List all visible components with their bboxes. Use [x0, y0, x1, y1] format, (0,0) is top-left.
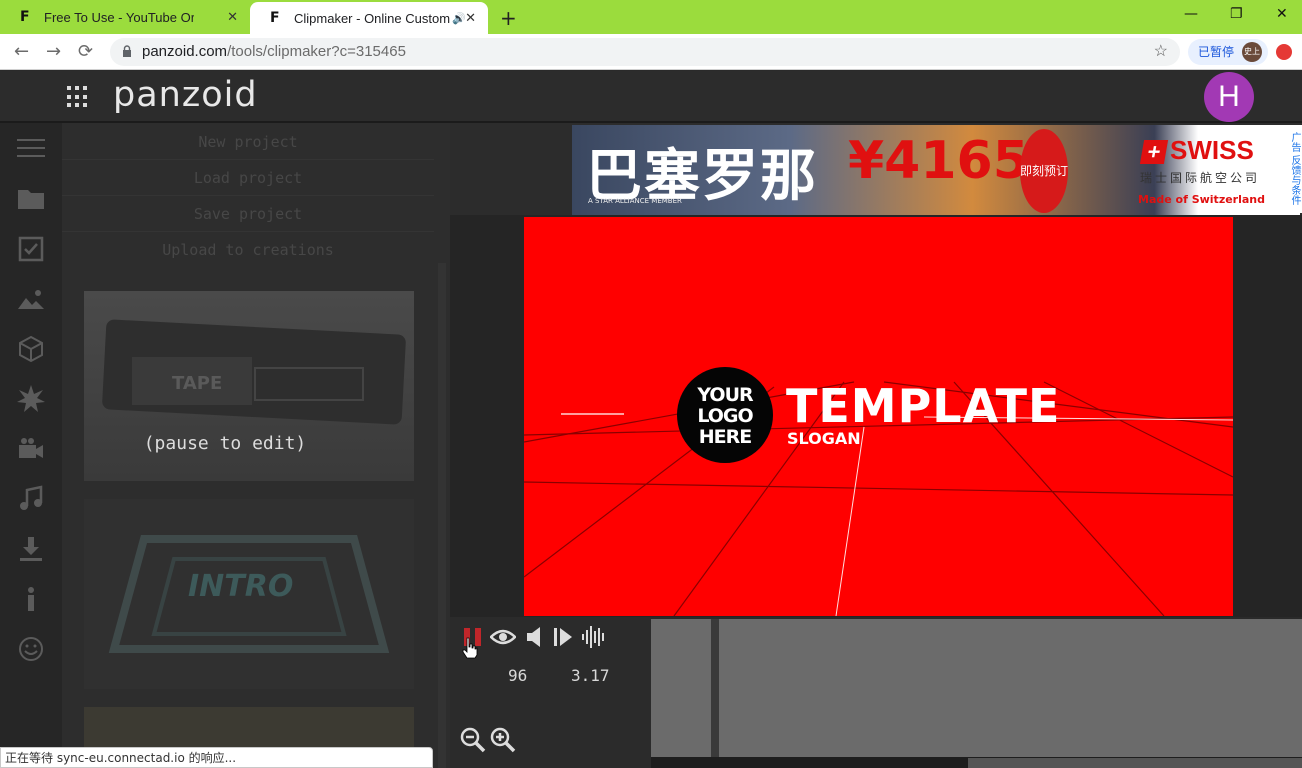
logo-line: HERE — [698, 426, 753, 448]
lock-icon — [123, 45, 131, 57]
close-tab-icon[interactable]: ✕ — [465, 10, 476, 26]
logo-placeholder-text: YOUR LOGO HERE — [677, 385, 773, 448]
audio-playing-icon[interactable]: 🔊 — [452, 12, 466, 25]
timeline-scrollbar-thumb[interactable] — [968, 758, 1302, 768]
tab-clipmaker[interactable]: F Clipmaker - Online Custom 🔊 ✕ — [250, 2, 488, 34]
timeline-playhead[interactable] — [711, 619, 719, 757]
thumb-label: TAPE — [172, 373, 223, 394]
info-icon[interactable] — [16, 584, 46, 614]
ad-brand-sub: 瑞士国际航空公司 — [1140, 171, 1261, 185]
checkbox-icon[interactable] — [16, 234, 46, 264]
panzoid-logo[interactable]: panzoid — [113, 75, 258, 115]
tab-title: Free To Use - YouTube Origina — [44, 9, 194, 25]
address-bar[interactable]: panzoid.com/tools/clipmaker?c=315465 ☆ — [110, 38, 1180, 66]
project-menu-panel: New project Load project Save project Up… — [62, 123, 450, 768]
step-forward-icon[interactable] — [552, 626, 574, 648]
panzoid-favicon: F — [270, 10, 280, 26]
logo-placeholder-circle: YOUR LOGO HERE — [677, 367, 773, 463]
new-tab-button[interactable]: + — [500, 6, 517, 30]
panzoid-favicon: F — [20, 9, 30, 25]
apps-grid-icon[interactable] — [67, 86, 89, 108]
time-counter: 3.17 — [571, 666, 610, 685]
template-list: TAPE INTRO — [84, 267, 434, 767]
tab-strip: F Free To Use - YouTube Origina ✕ F Clip… — [0, 0, 1302, 34]
bookmark-star-icon[interactable]: ☆ — [1154, 38, 1168, 66]
minimize-button[interactable]: — — [1184, 6, 1198, 22]
template-thumbnail[interactable]: INTRO — [84, 499, 414, 689]
playback-controls — [450, 617, 651, 768]
ad-container: 巴塞罗那 ¥4165 即刻预订 A STAR ALLIANCE MEMBER +… — [450, 123, 1302, 215]
cube-icon[interactable] — [16, 334, 46, 364]
preview-canvas[interactable]: YOUR LOGO HERE TEMPLATE SLOGAN — [524, 217, 1233, 616]
reload-icon[interactable]: ⟳ — [78, 41, 93, 62]
hamburger-icon[interactable] — [16, 133, 46, 163]
image-icon[interactable] — [16, 284, 46, 314]
advertisement-banner[interactable]: 巴塞罗那 ¥4165 即刻预订 A STAR ALLIANCE MEMBER +… — [572, 125, 1300, 215]
url-path: /tools/clipmaker?c=315465 — [227, 43, 406, 60]
smiley-icon[interactable] — [16, 634, 46, 664]
ad-cta[interactable]: 即刻预订 — [1020, 129, 1068, 213]
menu-item-load-project[interactable]: Load project — [62, 160, 434, 196]
url-host: panzoid.com — [142, 43, 228, 60]
ad-price: ¥4165 — [848, 131, 1029, 191]
swiss-cross-icon: + — [1139, 139, 1169, 164]
pause-to-edit-message: (pause to edit) — [143, 433, 307, 454]
close-window-button[interactable]: ✕ — [1276, 6, 1288, 22]
eye-icon[interactable] — [490, 626, 516, 648]
user-avatar[interactable]: H — [1204, 72, 1254, 122]
hand-cursor-icon — [462, 637, 478, 659]
zoom-out-icon[interactable] — [460, 727, 486, 753]
download-icon[interactable] — [16, 534, 46, 564]
preview-slogan: SLOGAN — [787, 429, 861, 448]
tab-youtube-originals[interactable]: F Free To Use - YouTube Origina ✕ — [0, 0, 250, 34]
menu-item-new-project[interactable]: New project — [62, 124, 434, 160]
tab-title: Clipmaker - Online Custom — [294, 10, 451, 26]
zoom-in-icon[interactable] — [490, 727, 516, 753]
browser-toolbar: ← → ⟳ panzoid.com/tools/clipmaker?c=3154… — [0, 34, 1302, 70]
burst-icon[interactable] — [16, 384, 46, 414]
browser-status-bubble: 正在等待 sync-eu.connectad.io 的响应... — [0, 747, 433, 768]
forward-arrow-icon[interactable]: → — [46, 41, 61, 62]
waveform-icon[interactable] — [581, 625, 607, 649]
tool-sidebar — [0, 123, 62, 768]
menu-item-save-project[interactable]: Save project — [62, 196, 434, 232]
back-arrow-icon[interactable]: ← — [14, 41, 29, 62]
camera-icon[interactable] — [16, 434, 46, 464]
app-header: panzoid H — [0, 71, 1302, 123]
ad-member-text: A STAR ALLIANCE MEMBER — [588, 197, 682, 205]
timeline-track[interactable] — [651, 619, 1302, 757]
ad-brand: + SWISS — [1139, 135, 1254, 166]
maximize-button[interactable]: ❐ — [1230, 6, 1243, 22]
logo-line: LOGO — [697, 405, 753, 427]
profile-avatar[interactable]: 史上 — [1242, 42, 1262, 62]
close-tab-icon[interactable]: ✕ — [227, 9, 238, 25]
menu-item-upload-creations[interactable]: Upload to creations — [62, 232, 434, 268]
ad-tagline: Made of Switzerland — [1138, 193, 1266, 206]
logo-line: YOUR — [697, 384, 753, 406]
preview-title: TEMPLATE — [786, 379, 1061, 433]
ad-choices-label[interactable]: 广告 反馈与条件 — [1284, 125, 1302, 213]
ad-brand-name: SWISS — [1170, 135, 1254, 165]
thumb-label: INTRO — [188, 569, 294, 604]
folder-icon[interactable] — [16, 183, 46, 213]
volume-icon[interactable] — [525, 626, 543, 648]
menu-scrollbar[interactable] — [438, 263, 446, 768]
music-icon[interactable] — [16, 484, 46, 514]
frame-counter: 96 — [508, 666, 528, 685]
extension-icon[interactable] — [1276, 44, 1292, 60]
